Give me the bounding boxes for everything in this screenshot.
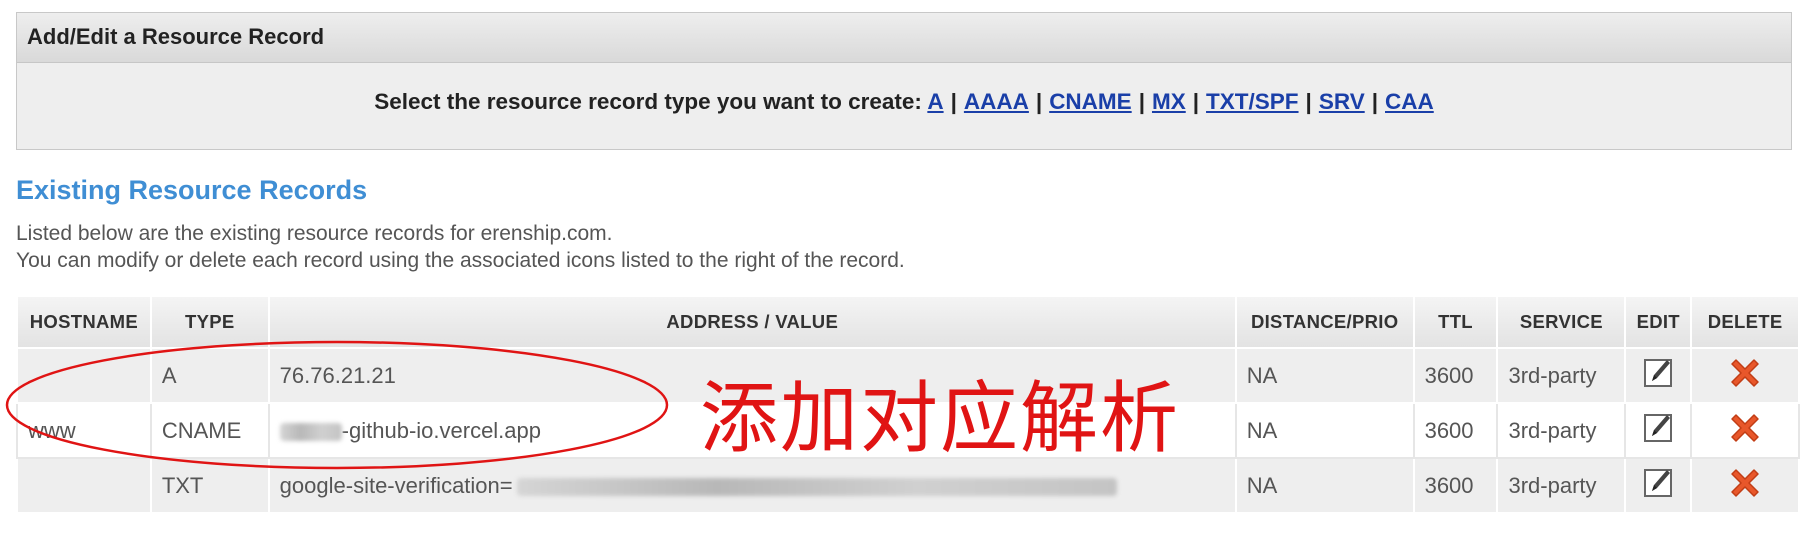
delete-icon[interactable] <box>1726 354 1764 392</box>
existing-records-description: Listed below are the existing resource r… <box>16 220 905 274</box>
cell-hostname <box>16 457 152 514</box>
cell-type: A <box>149 347 270 404</box>
table-header-row: HOSTNAME TYPE ADDRESS / VALUE DISTANCE/P… <box>16 295 1800 349</box>
col-service: SERVICE <box>1496 295 1627 349</box>
col-type: TYPE <box>149 295 270 349</box>
cell-distance: NA <box>1234 347 1415 404</box>
cell-service: 3rd-party <box>1496 347 1627 404</box>
cell-distance: NA <box>1234 402 1415 459</box>
delete-icon[interactable] <box>1726 409 1764 447</box>
col-delete: DELETE <box>1690 295 1800 349</box>
add-edit-panel: Add/Edit a Resource Record Select the re… <box>16 12 1792 150</box>
description-line-2: You can modify or delete each record usi… <box>16 249 905 272</box>
description-line-1: Listed below are the existing resource r… <box>16 222 613 245</box>
redacted-text <box>516 477 1117 496</box>
cell-edit <box>1624 457 1693 514</box>
type-link-srv[interactable]: SRV <box>1319 89 1365 114</box>
edit-icon[interactable] <box>1644 413 1673 442</box>
edit-icon[interactable] <box>1644 358 1673 387</box>
col-edit: EDIT <box>1624 295 1693 349</box>
cell-ttl: 3600 <box>1412 402 1499 459</box>
cell-delete <box>1690 457 1800 514</box>
record-type-selector: Select the resource record type you want… <box>374 89 1434 114</box>
cell-hostname: www <box>16 402 152 459</box>
cell-type: TXT <box>149 457 270 514</box>
cell-edit <box>1624 402 1693 459</box>
delete-icon[interactable] <box>1726 464 1764 502</box>
cell-edit <box>1624 347 1693 404</box>
type-link-mx[interactable]: MX <box>1152 89 1186 114</box>
cell-distance: NA <box>1234 457 1415 514</box>
type-link-caa[interactable]: CAA <box>1385 89 1434 114</box>
type-link-cname[interactable]: CNAME <box>1049 89 1132 114</box>
record-type-prompt: Select the resource record type you want… <box>374 89 922 114</box>
annotation-text: 添加对应解析 <box>700 374 1181 464</box>
existing-records-title: Existing Resource Records <box>16 175 368 205</box>
redacted-text <box>279 422 342 441</box>
cell-hostname <box>16 347 152 404</box>
cell-ttl: 3600 <box>1412 457 1499 514</box>
col-distance: DISTANCE/PRIO <box>1234 295 1415 349</box>
col-hostname: HOSTNAME <box>16 295 152 349</box>
edit-icon[interactable] <box>1644 468 1673 497</box>
cell-service: 3rd-party <box>1496 402 1627 459</box>
type-link-a[interactable]: A <box>927 89 943 114</box>
cell-type: CNAME <box>149 402 270 459</box>
col-address: ADDRESS / VALUE <box>267 295 1237 349</box>
cell-service: 3rd-party <box>1496 457 1627 514</box>
col-ttl: TTL <box>1412 295 1499 349</box>
type-link-aaaa[interactable]: AAAA <box>964 89 1029 114</box>
type-link-txt-spf[interactable]: TXT/SPF <box>1206 89 1299 114</box>
cell-delete <box>1690 402 1800 459</box>
cell-delete <box>1690 347 1800 404</box>
cell-ttl: 3600 <box>1412 347 1499 404</box>
panel-title: Add/Edit a Resource Record <box>17 13 1791 63</box>
